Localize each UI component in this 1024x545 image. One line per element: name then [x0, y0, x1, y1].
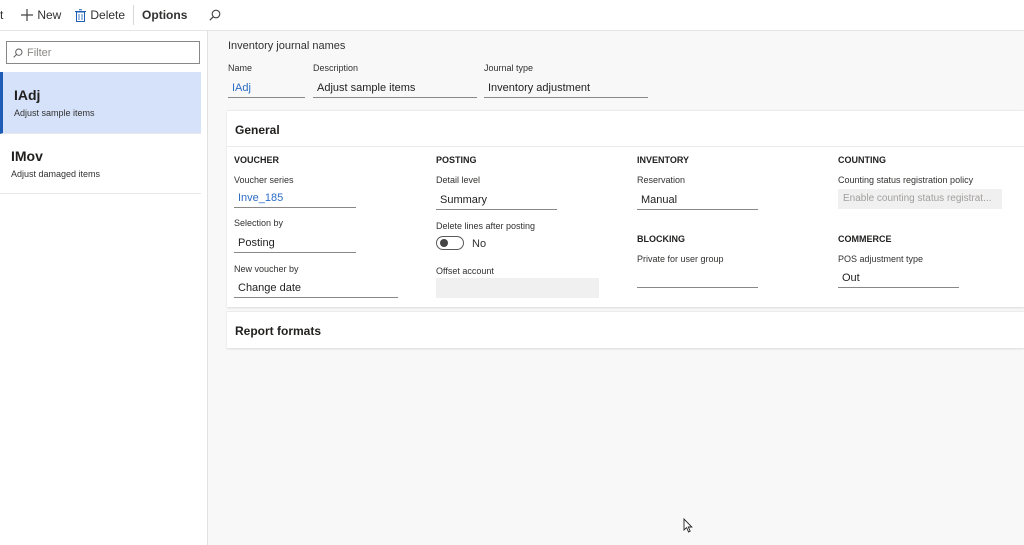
search-icon [209, 9, 221, 21]
counting-heading: COUNTING [838, 155, 886, 165]
description-field[interactable]: Adjust sample items [313, 78, 477, 98]
toolbar-partial-item[interactable]: t [0, 0, 9, 31]
toolbar-divider [133, 5, 135, 25]
reservation-label: Reservation [637, 175, 686, 185]
voucher-series-label: Voucher series [234, 175, 294, 185]
search-button[interactable] [193, 0, 227, 31]
counting-policy-label: Counting status registration policy [838, 175, 974, 185]
list-pane: IAdj Adjust sample items IMov Adjust dam… [0, 31, 208, 545]
page-title: Inventory journal names [228, 40, 346, 52]
offset-account-label: Offset account [436, 266, 494, 276]
new-button-label: New [37, 8, 62, 22]
pos-adjustment-type-field[interactable]: Out [838, 268, 959, 288]
list-item-subtitle: Adjust damaged items [11, 169, 101, 179]
selection-by-field[interactable]: Posting [234, 233, 356, 253]
trash-icon [75, 8, 87, 22]
plus-icon [21, 9, 34, 21]
panel-divider [227, 146, 1024, 147]
private-for-user-group-label: Private for user group [637, 254, 724, 264]
journal-type-label: Journal type [484, 63, 534, 73]
reservation-field[interactable]: Manual [637, 190, 758, 210]
list-item-title: IMov [11, 148, 43, 164]
name-label: Name [228, 63, 253, 73]
new-button[interactable]: New [9, 0, 67, 31]
detail-level-field[interactable]: Summary [436, 190, 557, 210]
filter-box[interactable] [6, 41, 200, 64]
list-item[interactable]: IMov Adjust damaged items [0, 134, 201, 194]
filter-input[interactable] [27, 46, 187, 59]
search-icon [13, 48, 23, 58]
offset-account-field[interactable] [436, 278, 599, 298]
delete-lines-label: Delete lines after posting [436, 221, 536, 231]
detail-level-label: Detail level [436, 175, 481, 185]
general-panel-title[interactable]: General [235, 123, 280, 137]
selection-by-label: Selection by [234, 218, 284, 228]
blocking-heading: BLOCKING [637, 234, 685, 244]
new-voucher-by-field[interactable]: Change date [234, 278, 398, 298]
name-field[interactable]: IAdj [228, 78, 305, 98]
inventory-heading: INVENTORY [637, 155, 690, 165]
private-for-user-group-field[interactable] [637, 268, 758, 288]
counting-policy-field[interactable]: Enable counting status registrat... [838, 189, 1002, 209]
voucher-series-field[interactable]: Inve_185 [234, 188, 356, 208]
list-item-title: IAdj [14, 87, 41, 103]
commerce-heading: COMMERCE [838, 234, 892, 244]
pos-adjustment-type-label: POS adjustment type [838, 254, 924, 264]
new-voucher-by-label: New voucher by [234, 264, 299, 274]
report-formats-title[interactable]: Report formats [235, 324, 321, 338]
voucher-heading: VOUCHER [234, 155, 280, 165]
list-item-subtitle: Adjust sample items [14, 108, 95, 118]
description-label: Description [313, 63, 359, 73]
options-button[interactable]: Options [136, 0, 193, 31]
delete-button-label: Delete [90, 8, 126, 22]
delete-button[interactable]: Delete [67, 0, 131, 31]
posting-heading: POSTING [436, 155, 477, 165]
action-pane: t New Delete Options [0, 0, 1024, 31]
list-item[interactable]: IAdj Adjust sample items [0, 72, 201, 134]
journal-type-field[interactable]: Inventory adjustment [484, 78, 648, 98]
report-formats-panel: Report formats [227, 311, 1024, 348]
delete-lines-toggle[interactable] [436, 236, 464, 250]
mouse-pointer-icon [683, 517, 693, 538]
toggle-knob [440, 239, 448, 247]
delete-lines-value: No [472, 238, 487, 250]
